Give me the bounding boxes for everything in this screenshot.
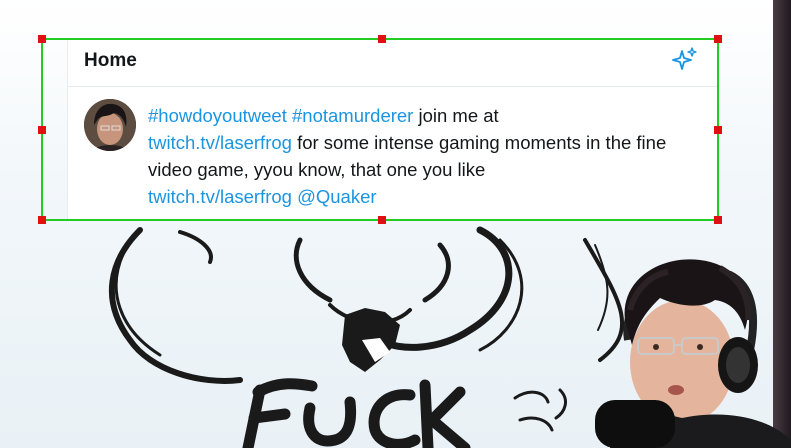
tweet-text: #howdoyoutweet #notamurderer join me at … <box>148 102 708 210</box>
tweet-widget: Home #howdoyoutweet #notamurderer join m… <box>67 40 719 220</box>
hashtag-link[interactable]: #howdoyoutweet <box>148 105 287 126</box>
tweet[interactable]: #howdoyoutweet #notamurderer join me at … <box>68 87 718 221</box>
hashtag-link[interactable]: #notamurderer <box>292 105 413 126</box>
stream-link[interactable]: twitch.tv/laserfrog <box>148 186 292 207</box>
webcam-feed <box>590 250 791 448</box>
stream-link[interactable]: twitch.tv/laserfrog <box>148 132 292 153</box>
widget-header: Home <box>68 40 718 87</box>
mention-link[interactable]: @Quaker <box>297 186 376 207</box>
page-title: Home <box>84 50 137 71</box>
sparkle-icon[interactable] <box>672 47 698 73</box>
avatar[interactable] <box>84 99 136 151</box>
tweet-text-segment: join me at <box>418 105 499 126</box>
